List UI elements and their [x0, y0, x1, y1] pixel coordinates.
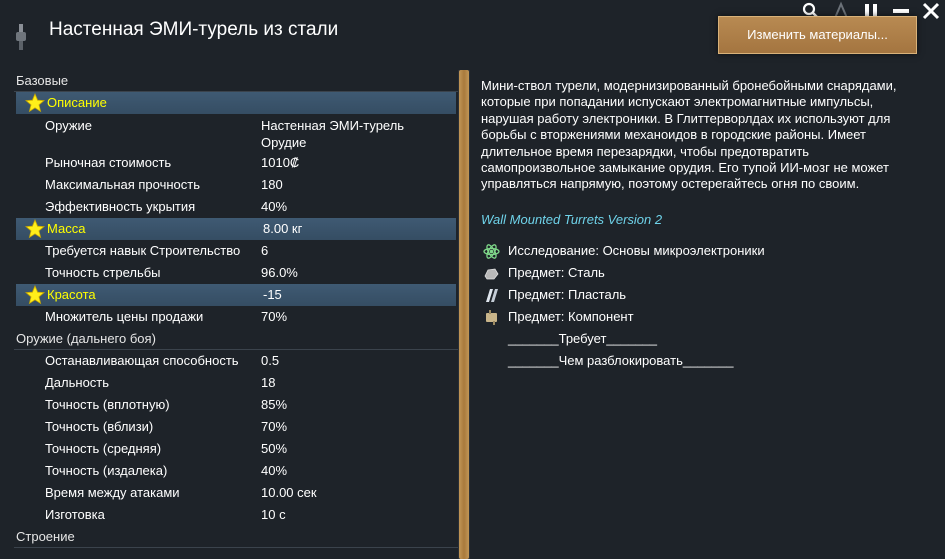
stat-value: 70%: [261, 309, 288, 324]
requirement-text: Предмет: Компонент: [508, 309, 634, 325]
stat-value: 8.00 кг: [263, 221, 303, 236]
stat-value: 70%: [261, 419, 288, 434]
stat-label: Останавливающая способность: [45, 353, 239, 368]
requirement-item[interactable]: Предмет: Компонент: [481, 306, 901, 328]
stat-label: Точность стрельбы: [45, 265, 161, 280]
mod-name: Wall Mounted Turrets Version 2: [481, 211, 663, 227]
requirement-text: Предмет: Пласталь: [508, 287, 627, 303]
close-icon[interactable]: [921, 1, 941, 21]
description-panel: Мини-ствол турели, модернизированный бро…: [481, 78, 901, 372]
stat-row[interactable]: Требуется навык Строительство 6: [14, 240, 458, 262]
stat-label: Точность (издалека): [45, 463, 168, 478]
stat-label: Эффективность укрытия: [45, 199, 196, 214]
stat-row[interactable]: Рыночная стоимость 1010₡: [14, 152, 458, 174]
stat-label: Изготовка: [45, 507, 105, 522]
stat-row[interactable]: Точность стрельбы 96.0%: [14, 262, 458, 284]
stat-value: Настенная ЭМИ-турель Орудие: [261, 118, 405, 150]
stats-scrollbar[interactable]: [458, 70, 470, 559]
stat-row[interactable]: Точность (вблизи) 70%: [14, 416, 458, 438]
stat-value: 6: [261, 243, 269, 258]
star-icon: [24, 92, 46, 113]
window-title: Настенная ЭМИ-турель из стали: [49, 19, 339, 40]
stat-value: 1010₡: [261, 155, 300, 170]
stats-list[interactable]: Базовые Описание Оружие Настенная ЭМИ-турел…: [14, 70, 458, 559]
stat-label: Множитель цены продажи: [45, 309, 204, 324]
stat-label: Время между атаками: [45, 485, 180, 500]
stat-value: 10 с: [261, 507, 286, 522]
plasteel-icon: [486, 289, 498, 303]
stat-label: Точность (средняя): [45, 441, 162, 456]
stat-value: 40%: [261, 199, 288, 214]
requirements-list: Исследование: Основы микроэлектроники Пр…: [481, 240, 901, 372]
change-materials-button[interactable]: Изменить материалы...: [718, 16, 917, 54]
stat-value: 0.5: [261, 353, 280, 368]
stat-label: Оружие: [45, 118, 93, 133]
stat-value: -15: [263, 287, 282, 302]
stat-value: 18: [261, 375, 276, 390]
stat-row[interactable]: Время между атаками 10.00 сек: [14, 482, 458, 504]
requirement-item[interactable]: Исследование: Основы микроэлектроники: [481, 240, 901, 262]
section-header: Строение: [14, 526, 458, 548]
stat-value: 96.0%: [261, 265, 298, 280]
section-header: Оружие (дальнего боя): [14, 328, 458, 350]
turret-icon: [16, 24, 26, 50]
star-icon: [24, 284, 46, 305]
requirement-item[interactable]: Предмет: Пласталь: [481, 284, 901, 306]
stat-row[interactable]: Точность (средняя) 50%: [14, 438, 458, 460]
stat-row[interactable]: Оружие Настенная ЭМИ-турель Орудие: [14, 114, 458, 152]
section-header: Базовые: [14, 70, 458, 92]
scrollbar-thumb[interactable]: [459, 70, 469, 559]
stat-label: Рыночная стоимость: [45, 155, 172, 170]
stat-value: 50%: [261, 441, 288, 456]
stat-row[interactable]: Эффективность укрытия 40%: [14, 196, 458, 218]
stat-value: 85%: [261, 397, 288, 412]
stat-value: 180: [261, 177, 283, 192]
requirement-text: Предмет: Сталь: [508, 265, 605, 281]
stat-label: Описание: [47, 95, 107, 110]
title-bar: Настенная ЭМИ-турель из стали Изменить м…: [0, 0, 945, 64]
star-icon: [24, 218, 46, 239]
stat-label: Дальность: [45, 375, 110, 390]
stat-row[interactable]: Красота -15: [16, 284, 456, 306]
stat-value: 40%: [261, 463, 288, 478]
description-text: Мини-ствол турели, модернизированный бро…: [481, 78, 897, 192]
stat-label: Масса: [47, 221, 86, 236]
stat-row[interactable]: Описание: [16, 92, 456, 114]
steel-icon: [484, 268, 499, 280]
stat-row[interactable]: Точность (издалека) 40%: [14, 460, 458, 482]
stat-row[interactable]: Масса 8.00 кг: [16, 218, 456, 240]
requirement-text: Исследование: Основы микроэлектроники: [508, 243, 765, 259]
stat-value: 10.00 сек: [261, 485, 317, 500]
research-icon: [483, 244, 500, 260]
stat-row[interactable]: Изготовка 10 с: [14, 504, 458, 526]
required-by-header: _______Требует_______: [508, 331, 658, 347]
component-icon: [486, 310, 497, 326]
requirement-item[interactable]: Предмет: Сталь: [481, 262, 901, 284]
stat-label: Красота: [47, 287, 96, 302]
stat-label: Требуется навык Строительство: [45, 243, 241, 258]
stat-label: Максимальная прочность: [45, 177, 201, 192]
stat-row[interactable]: Дальность 18: [14, 372, 458, 394]
stat-label: Точность (вплотную): [45, 397, 170, 412]
stat-label: Точность (вблизи): [45, 419, 154, 434]
unlocks-header: _______Чем разблокировать_______: [508, 353, 734, 369]
stat-row[interactable]: Множитель цены продажи 70%: [14, 306, 458, 328]
stat-row[interactable]: Точность (вплотную) 85%: [14, 394, 458, 416]
stat-row[interactable]: Максимальная прочность 180: [14, 174, 458, 196]
stat-row[interactable]: Останавливающая способность 0.5: [14, 350, 458, 372]
